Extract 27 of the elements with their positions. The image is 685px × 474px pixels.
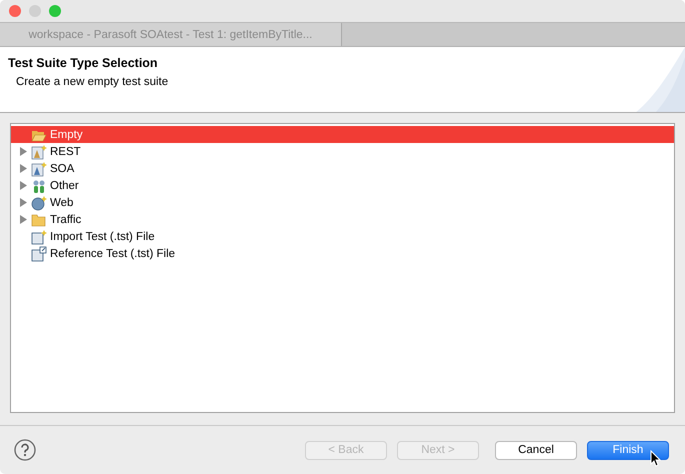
page-description: Create a new empty test suite — [16, 76, 170, 88]
expand-arrow-icon[interactable] — [19, 181, 28, 190]
zoom-button[interactable] — [49, 5, 61, 17]
tree-item[interactable]: SOA — [11, 160, 674, 177]
tree-item[interactable]: Other — [11, 177, 674, 194]
people-icon — [31, 178, 47, 194]
tree-item[interactable]: Reference Test (.tst) File — [11, 245, 674, 262]
expand-arrow-icon[interactable] — [19, 215, 28, 224]
folder-icon — [31, 212, 47, 228]
close-button[interactable] — [9, 5, 21, 17]
tree-item[interactable]: Empty — [11, 126, 674, 143]
tree-item[interactable]: Web — [11, 194, 674, 211]
document-link-icon — [31, 246, 47, 262]
expand-arrow-icon[interactable] — [19, 147, 28, 156]
globe-icon — [31, 194, 47, 210]
tree-item[interactable]: REST — [11, 143, 674, 160]
tree-item[interactable]: Traffic — [11, 211, 674, 228]
document-sparkle-icon — [31, 160, 47, 176]
help-icon[interactable] — [14, 439, 36, 461]
document-sparkle-icon — [31, 144, 47, 160]
mouse-pointer-icon — [650, 450, 661, 467]
tree-item[interactable]: Import Test (.tst) File — [11, 228, 674, 245]
document-sparkle-icon — [31, 228, 47, 244]
expand-arrow-icon[interactable] — [19, 198, 28, 207]
dialog-button[interactable]: Cancel — [495, 440, 577, 460]
expand-arrow-icon[interactable] — [19, 164, 28, 173]
page-title: Test Suite Type Selection — [8, 56, 159, 70]
